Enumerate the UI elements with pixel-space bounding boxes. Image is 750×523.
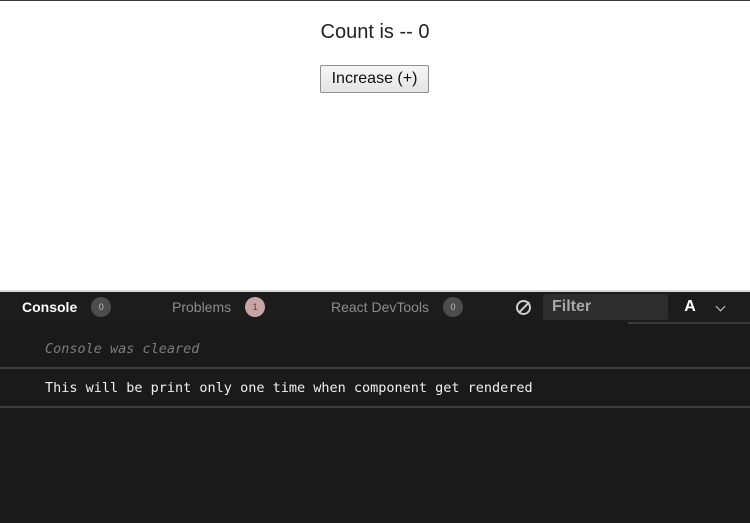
tab-problems-badge: 1	[245, 297, 266, 317]
console-log-list: Console was cleared This will be print o…	[0, 330, 750, 408]
tab-react-devtools-label: React DevTools	[331, 299, 430, 315]
console-tabbar: Console 0 Problems 1 React DevTools 0 A	[0, 290, 750, 324]
tab-problems[interactable]: Problems 1	[172, 292, 266, 322]
tab-react-devtools-badge: 0	[443, 297, 464, 317]
tab-problems-label: Problems	[172, 299, 232, 315]
increase-button[interactable]: Increase (+)	[320, 65, 429, 93]
app-preview: Count is -- 0 Increase (+)	[0, 0, 750, 290]
chevron-down-icon[interactable]	[715, 301, 726, 312]
font-toggle-button[interactable]: A	[682, 298, 698, 316]
filter-input[interactable]	[543, 294, 668, 320]
log-entry-cleared: Console was cleared	[0, 330, 750, 369]
tab-console[interactable]: Console 0	[22, 292, 112, 322]
tab-react-devtools[interactable]: React DevTools 0	[331, 292, 464, 322]
tab-console-badge: 0	[91, 297, 112, 317]
console-panel: Console 0 Problems 1 React DevTools 0 A …	[0, 290, 750, 523]
log-entry-message: This will be print only one time when co…	[0, 369, 750, 408]
tab-console-label: Console	[22, 299, 78, 315]
clear-console-icon[interactable]	[516, 300, 531, 315]
count-display: Count is -- 0	[320, 21, 430, 43]
tabbar-divider	[628, 322, 750, 324]
